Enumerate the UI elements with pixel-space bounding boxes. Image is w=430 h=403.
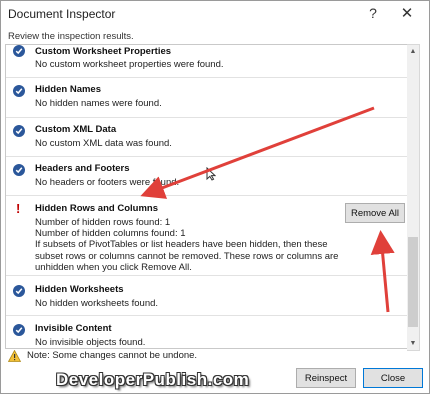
divider (6, 275, 408, 276)
scroll-thumb[interactable] (408, 237, 418, 327)
footer-note: Note: Some changes cannot be undone. (27, 350, 198, 361)
check-icon (13, 125, 25, 137)
warning-icon: ! (16, 201, 21, 216)
remove-all-button[interactable]: Remove All (345, 203, 405, 223)
check-icon (13, 85, 25, 97)
check-icon (13, 285, 25, 297)
result-title: Hidden Rows and Columns (35, 203, 158, 214)
result-description: No headers or footers were found. (35, 177, 180, 188)
result-title: Custom Worksheet Properties (35, 46, 172, 57)
close-icon[interactable]: ✕ (393, 3, 421, 23)
result-description: No hidden names were found. (35, 98, 162, 109)
scroll-down-icon[interactable]: ▼ (407, 337, 419, 349)
warning-triangle-icon (7, 349, 22, 365)
divider (6, 195, 408, 196)
result-description: Number of hidden columns found: 1 (35, 228, 186, 239)
check-icon (13, 45, 25, 57)
inspection-results-list[interactable]: Custom Worksheet Properties No custom wo… (5, 44, 409, 349)
result-description: No invisible objects found. (35, 337, 146, 348)
divider (6, 315, 408, 316)
divider (6, 156, 408, 157)
reinspect-button[interactable]: Reinspect (296, 368, 356, 388)
check-icon (13, 324, 25, 336)
dialog-subtitle: Review the inspection results. (8, 31, 134, 42)
mouse-cursor-icon (206, 166, 217, 184)
result-description: No custom XML data was found. (35, 138, 172, 149)
result-description: No custom worksheet properties were foun… (35, 59, 224, 70)
check-icon (13, 164, 25, 176)
dialog-title: Document Inspector (8, 7, 116, 21)
divider (6, 117, 408, 118)
result-title: Hidden Names (35, 84, 101, 95)
close-button[interactable]: Close (363, 368, 423, 388)
document-inspector-dialog: Document Inspector ? ✕ Review the inspec… (0, 0, 430, 394)
watermark-text: DeveloperPublish.com (56, 370, 250, 389)
result-description: If subsets of PivotTables or list header… (35, 239, 339, 273)
result-title: Invisible Content (35, 323, 112, 334)
title-bar: Document Inspector ? ✕ (1, 1, 429, 25)
result-title: Hidden Worksheets (35, 284, 124, 295)
help-button[interactable]: ? (359, 3, 387, 23)
result-description: Number of hidden rows found: 1 (35, 217, 171, 228)
vertical-scrollbar[interactable]: ▲ ▼ (407, 44, 420, 351)
result-title: Headers and Footers (35, 163, 130, 174)
divider (6, 77, 408, 78)
result-description: No hidden worksheets found. (35, 298, 159, 309)
scroll-up-icon[interactable]: ▲ (407, 45, 419, 57)
result-title: Custom XML Data (35, 124, 117, 135)
